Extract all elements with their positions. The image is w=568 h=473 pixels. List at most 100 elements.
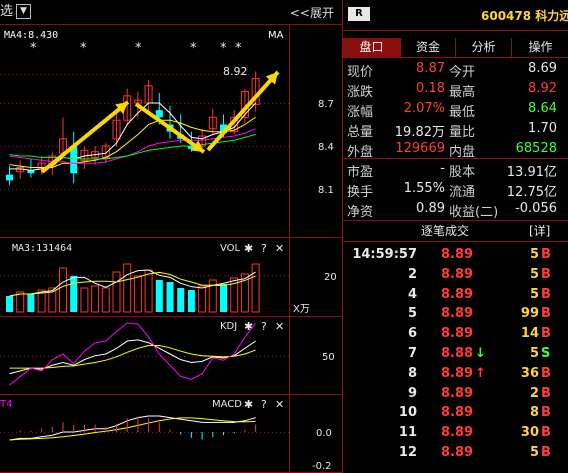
tab-operation[interactable]: 操作 — [512, 38, 568, 57]
high-price-label: 8.92 — [223, 65, 248, 78]
volume-bar-down — [70, 276, 78, 312]
ticks-detail-link[interactable]: [详] — [529, 222, 550, 239]
tab-analysis[interactable]: 分析 — [456, 38, 512, 57]
quote-value: 129669 — [395, 141, 445, 156]
tick-row[interactable]: 12 8.89 5 B — [343, 444, 568, 464]
tick-side: B — [541, 306, 551, 322]
vol-close-icon[interactable]: ✕ — [275, 242, 284, 255]
signal-star: * — [135, 41, 142, 56]
volume-bar-down — [187, 290, 195, 312]
tick-price: 8.89 — [441, 247, 474, 262]
tick-time: 12 — [398, 445, 417, 460]
quote-value: 2.07% — [403, 101, 445, 116]
quote-row: 涨跌 0.18 最高 8.92 — [343, 80, 568, 100]
tick-side: B — [541, 326, 551, 342]
volume-bar-up — [112, 271, 121, 313]
tick-row[interactable]: 5 8.89 99 B — [343, 305, 568, 325]
tick-volume: 2 — [529, 385, 539, 401]
fundamental-label: 换手 — [347, 185, 374, 200]
tick-price: 8.89 — [441, 405, 474, 421]
tick-side: B — [541, 365, 551, 381]
quote-label: 涨幅 — [347, 105, 374, 120]
tick-row[interactable]: 10 8.89 8 B — [343, 404, 568, 424]
tick-arrow-icon: ↓ — [475, 346, 486, 361]
tick-row[interactable]: 7 8.88 ↓ 5 S — [343, 345, 568, 365]
quote-label: 今开 — [449, 65, 476, 80]
tick-arrow-icon: ↑ — [475, 365, 486, 381]
macd-help-icon[interactable]: ? — [261, 398, 267, 411]
signal-stars: * * * * * * — [30, 41, 242, 56]
tick-volume: 5 — [529, 346, 539, 361]
chart-area[interactable]: 选 ▼ <<展开 MA4:8.430 MA * * * * * * 8.92 8… — [0, 0, 342, 473]
tick-row[interactable]: 9 8.89 2 B — [343, 385, 568, 405]
signal-star: * — [30, 41, 37, 56]
volume-bar-up — [16, 291, 25, 313]
tick-volume: 8 — [529, 405, 539, 421]
stock-header: R 600478 科力远 — [343, 6, 568, 26]
tick-row[interactable]: 6 8.89 14 B — [343, 325, 568, 345]
volume-bar-up — [123, 263, 132, 313]
kdj-help-icon[interactable]: ? — [261, 320, 267, 333]
volume-bar-down — [220, 284, 227, 312]
volume-bar-down — [177, 288, 185, 312]
tick-side: B — [541, 247, 551, 262]
fundamental-value: - — [440, 161, 445, 176]
tick-volume: 30 — [520, 425, 539, 441]
quote-value: 1.70 — [528, 121, 557, 136]
candle-body-down — [6, 174, 13, 181]
quote-row: 涨幅 2.07% 最低 8.64 — [343, 100, 568, 120]
volume-bar-down — [155, 280, 163, 312]
tick-price: 8.89 — [441, 365, 474, 381]
signal-star: * — [190, 41, 197, 56]
signal-star: * — [235, 41, 242, 56]
tab-funds[interactable]: 资金 — [401, 38, 456, 57]
fundamental-row: 市盈 - 股本 13.91亿 — [343, 160, 568, 180]
tick-price: 8.89 — [441, 266, 474, 282]
tick-time: 5 — [407, 306, 417, 322]
kdj-lines — [9, 322, 256, 386]
axis-tick-84: 8.4 — [318, 142, 334, 153]
tick-row[interactable]: 8 8.89 ↑ 36 B — [343, 365, 568, 385]
tick-price: 8.89 — [441, 306, 474, 322]
quote-value: 68528 — [515, 141, 557, 156]
tab-pankou[interactable]: 盘口 — [343, 38, 401, 57]
r-badge[interactable]: R — [348, 7, 370, 21]
fundamental-label: 市盈 — [347, 165, 374, 180]
fundamental-label: 收益(二) — [449, 205, 499, 220]
trend-arrows — [40, 70, 280, 174]
volume-bar-up — [251, 263, 260, 313]
tick-row[interactable]: 2 8.89 5 B — [343, 266, 568, 286]
vol-help-icon[interactable]: ? — [261, 242, 267, 255]
kdj-close-icon[interactable]: ✕ — [275, 320, 284, 333]
tick-price: 8.89 — [441, 425, 474, 441]
tick-row[interactable]: 14:59:57 8.89 5 B — [343, 246, 568, 266]
ma-label: MA4:8.430 — [4, 30, 58, 41]
ticks-title: 逐笔成交 — [421, 224, 470, 238]
axis-tick-81: 8.1 — [318, 185, 334, 196]
tick-time: 9 — [407, 385, 417, 401]
tick-volume: 5 — [529, 286, 539, 302]
chart-canvas[interactable]: MA4:8.430 MA * * * * * * 8.92 8.7 8.4 8.1 MA3… — [0, 0, 342, 473]
tick-row[interactable]: 11 8.89 30 B — [343, 424, 568, 444]
macd-gear-icon[interactable]: ✱ — [244, 398, 253, 411]
macd-axis-tick-0: 0.0 — [316, 428, 332, 439]
quote-value: 8.92 — [528, 81, 557, 96]
fundamental-label: 流通 — [449, 185, 476, 200]
quote-value: 19.82万 — [394, 125, 445, 140]
macd-close-icon[interactable]: ✕ — [275, 398, 284, 411]
quote-row: 总量 19.82万 量比 1.70 — [343, 120, 568, 140]
kdj-gear-icon[interactable]: ✱ — [244, 320, 253, 333]
volume-bar-up — [133, 275, 142, 313]
fundamental-row: 换手 1.55% 流通 12.75亿 — [343, 180, 568, 200]
tick-price: 8.88 — [441, 346, 474, 361]
vol-gear-icon[interactable]: ✱ — [244, 242, 253, 255]
tick-price: 8.89 — [441, 385, 474, 401]
fundamental-value: 13.91亿 — [506, 165, 557, 180]
tick-volume: 99 — [520, 306, 539, 322]
tick-time: 8 — [407, 365, 417, 381]
quote-label: 现价 — [347, 65, 374, 80]
axis-tick-87: 8.7 — [318, 99, 334, 110]
tick-row[interactable]: 4 8.89 5 B — [343, 286, 568, 306]
quote-value: 8.64 — [528, 101, 557, 116]
tick-time: 6 — [407, 326, 417, 342]
